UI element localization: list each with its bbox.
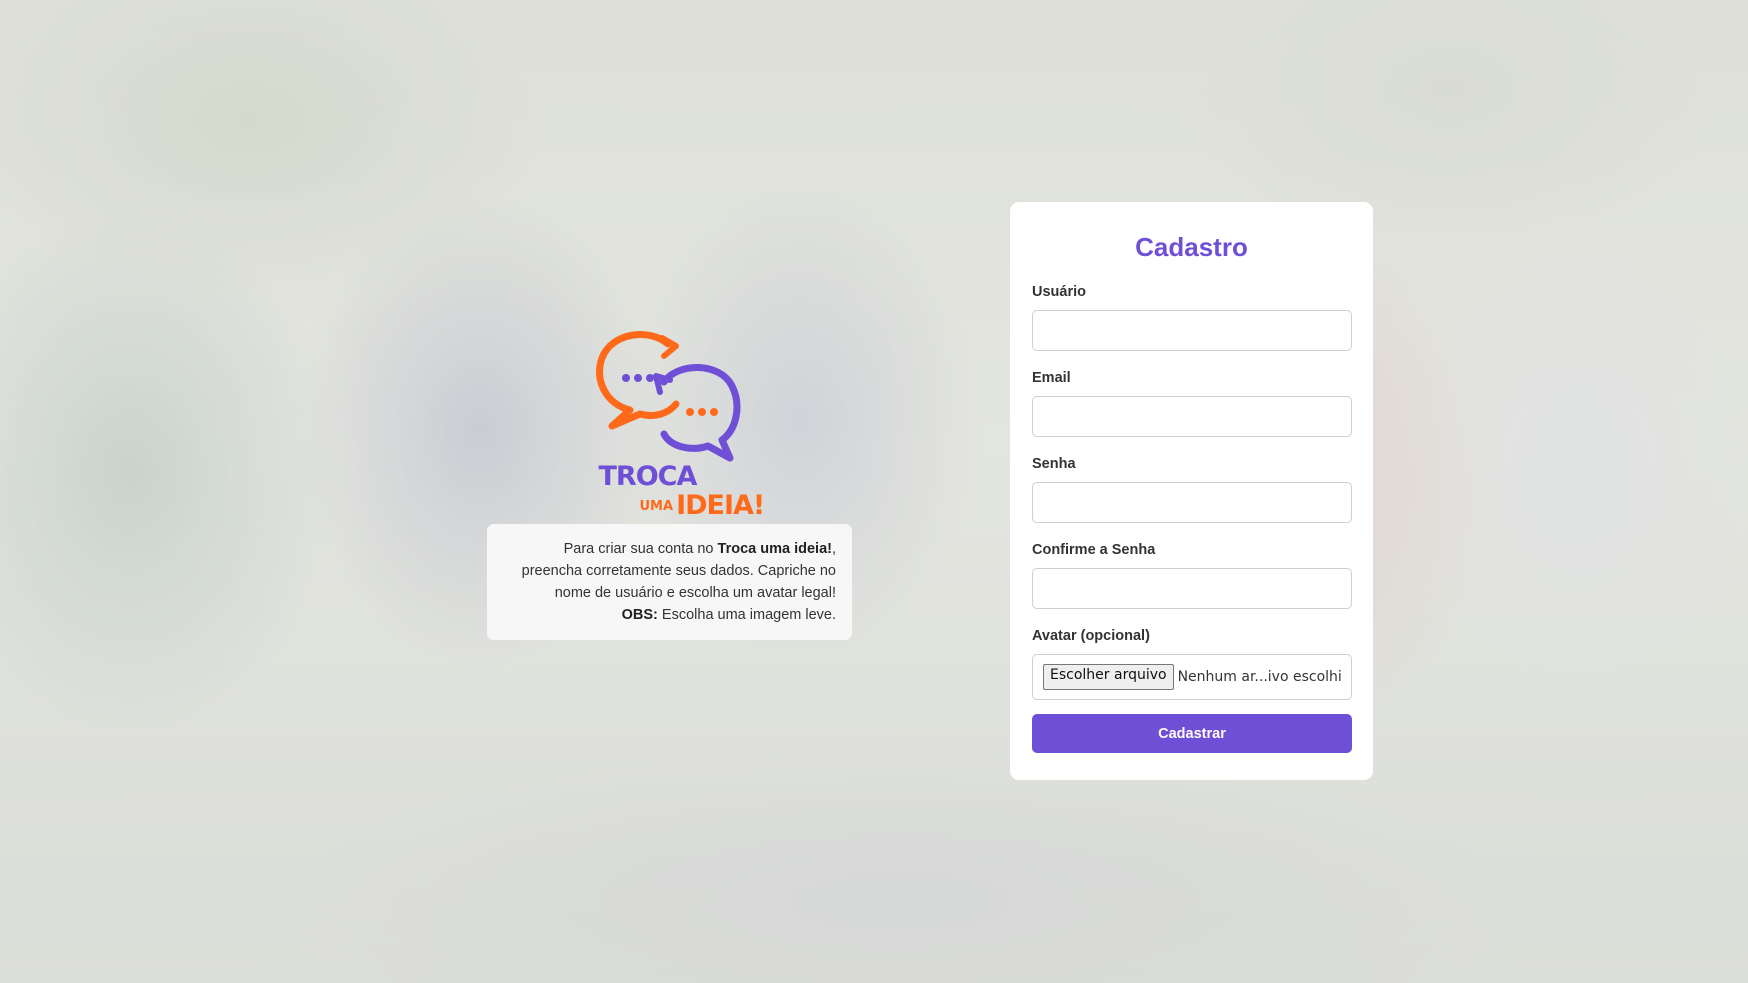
password-input[interactable] [1032,482,1352,523]
password-label: Senha [1032,456,1076,472]
username-label: Usuário [1032,284,1086,300]
logo-word-uma: UMA [639,499,674,514]
email-input[interactable] [1032,396,1352,437]
confirm-password-input[interactable] [1032,568,1352,609]
logo-word-troca: TROCA [598,461,698,492]
choose-file-button[interactable]: Escolher arquivo [1043,664,1174,690]
signup-form-card: Cadastro Usuário Email Senha Confirme a … [1010,202,1373,780]
confirm-password-label: Confirme a Senha [1032,542,1156,558]
info-obs-label: OBS: [621,607,658,623]
info-obs-text: Escolha uma imagem leve. [657,607,836,623]
info-box: Para criar sua conta no Troca uma ideia!… [487,524,852,640]
avatar-file-input[interactable]: Escolher arquivo Nenhum ar...ivo escolhi… [1032,654,1352,700]
info-text-brand: Troca uma ideia! [717,541,832,557]
chat-bubbles-icon [595,331,740,462]
logo-word-ideia: IDEIA! [676,490,765,521]
brand-panel: TROCA UMA IDEIA! Para criar sua conta no… [487,330,852,640]
register-button[interactable]: Cadastrar [1032,714,1352,753]
signup-page: TROCA UMA IDEIA! Para criar sua conta no… [0,0,1748,983]
file-status-text: Nenhum ar...ivo escolhido [1177,669,1341,685]
logo-wordmark: TROCA UMA IDEIA! [598,461,766,521]
info-text-pre: Para criar sua conta no [563,541,718,557]
email-label: Email [1032,370,1071,386]
username-input[interactable] [1032,310,1352,351]
troca-uma-ideia-logo: TROCA UMA IDEIA! [590,330,765,520]
form-title: Cadastro [1135,232,1248,262]
background-overlay [0,0,1748,983]
avatar-label: Avatar (opcional) [1032,628,1150,644]
